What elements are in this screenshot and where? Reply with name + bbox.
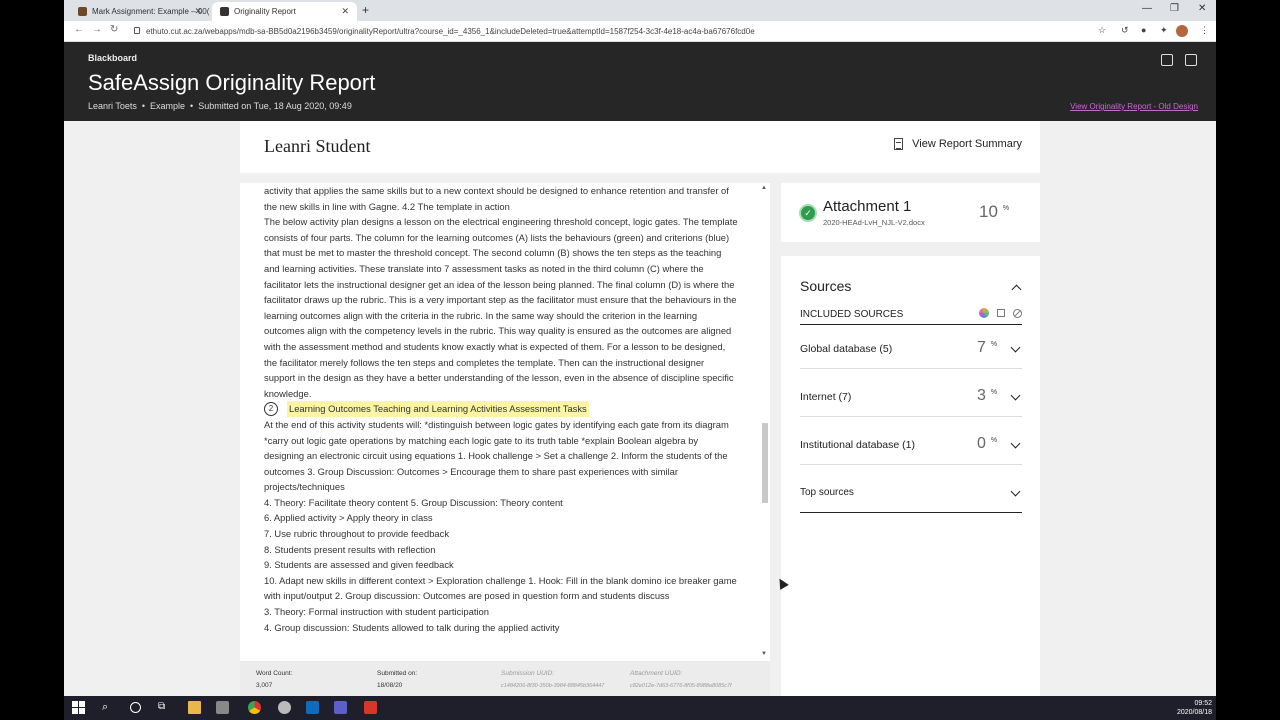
windows-start-icon[interactable] [72, 701, 85, 714]
old-design-link[interactable]: View Originality Report - Old Design [1070, 102, 1198, 111]
course-name: Example [150, 101, 186, 111]
chevron-down-icon[interactable] [1010, 342, 1021, 353]
puzzle-icon[interactable]: ✦ [1160, 25, 1168, 36]
checkmark-icon: ✓ [801, 206, 815, 220]
blackboard-favicon-icon [78, 7, 87, 16]
back-icon[interactable]: ← [74, 24, 84, 35]
included-sources-header: INCLUDED SOURCES [800, 308, 1022, 325]
chevron-down-icon[interactable] [1010, 438, 1021, 449]
document-scrollbar[interactable]: ▲ ▼ [760, 183, 770, 661]
close-tab-icon[interactable]: ✕ [194, 6, 202, 17]
outlook-icon[interactable] [306, 701, 319, 714]
student-name: Leanri Student [264, 136, 371, 156]
print-icon[interactable] [1161, 54, 1173, 66]
url-text: ethuto.cut.ac.za/webapps/mdb-sa-BB5d0a21… [146, 27, 755, 36]
reload-icon[interactable]: ↻ [110, 24, 118, 35]
history-icon[interactable]: ↺ [1121, 25, 1129, 36]
task-view-icon[interactable]: ⧉ [158, 701, 171, 714]
word-count: Word Count: 3,007 [256, 670, 293, 689]
blackboard-favicon-icon [220, 7, 229, 16]
document-footer: Word Count: 3,007 Submitted on: 18/08/20… [240, 661, 770, 696]
url-field[interactable]: ethuto.cut.ac.za/webapps/mdb-sa-BB5d0a21… [132, 24, 1112, 39]
system-clock[interactable]: 09:52 2020/08/18 [1177, 699, 1212, 717]
store-icon[interactable] [216, 701, 229, 714]
source-row-internet[interactable]: Internet (7) 3% [800, 387, 1022, 417]
file-explorer-icon[interactable] [188, 701, 201, 714]
document-paragraph-before: activity that applies the same skills bu… [264, 185, 738, 399]
exclude-icon[interactable] [1013, 308, 1022, 318]
scroll-down-icon[interactable]: ▼ [761, 651, 767, 657]
windows-taskbar: ⌕ ⧉ 09:52 2020/08/18 [64, 696, 1216, 720]
report-summary-icon [894, 138, 904, 150]
bookmark-star-icon[interactable]: ☆ [1098, 25, 1106, 36]
color-highlight-icon[interactable] [979, 308, 989, 318]
summary-label: View Report Summary [912, 138, 1022, 150]
chevron-down-icon[interactable] [1010, 390, 1021, 401]
search-icon[interactable]: ⌕ [102, 701, 115, 714]
student-card: Leanri Student View Report Summary [240, 121, 1040, 173]
extension-icon[interactable]: ● [1141, 25, 1146, 35]
teams-icon[interactable] [334, 701, 347, 714]
highlighted-match-text[interactable]: Learning Outcomes Teaching and Learning … [287, 401, 589, 417]
copy-icon[interactable] [997, 309, 1005, 317]
report-body: Leanri Student View Report Summary activ… [64, 121, 1216, 696]
tab-originality-report[interactable]: Originality Report ✕ [212, 2, 357, 21]
attachment-uuid: Attachment UUID: c82e012e-7d63-6776-8f05… [630, 670, 732, 689]
matched-passage[interactable]: 2 Learning Outcomes Teaching and Learnin… [264, 401, 738, 417]
download-icon[interactable] [1185, 54, 1197, 66]
submitted-on: Submitted on: 18/08/20 [377, 670, 418, 689]
tab-label: Mark Assignment: Example – 00( [92, 7, 210, 16]
submitted-date: Submitted on Tue, 18 Aug 2020, 09:49 [198, 101, 352, 111]
chevron-down-icon[interactable] [1010, 486, 1021, 497]
cortana-icon[interactable] [130, 702, 141, 713]
submission-meta: Leanri Toets • Example • Submitted on Tue, 1… [88, 101, 352, 111]
profile-avatar[interactable] [1176, 25, 1188, 37]
attachment-card[interactable]: ✓ Attachment 1 2020-HEAd-LvH_NJL-V2.docx… [781, 183, 1040, 242]
close-window-icon[interactable]: ✕ [1198, 3, 1206, 14]
document-viewer[interactable]: activity that applies the same skills bu… [240, 183, 770, 661]
document-paragraph-after: At the end of this activity students wil… [264, 418, 737, 633]
brand-label: Blackboard [88, 53, 138, 63]
chrome-icon[interactable] [248, 701, 261, 714]
document-text: activity that applies the same skills bu… [264, 183, 738, 635]
attachment-title: Attachment 1 [823, 198, 912, 215]
collapse-sources-icon[interactable] [1011, 284, 1022, 295]
menu-kebab-icon[interactable]: ⋮ [1200, 25, 1209, 36]
browser-tab-bar: Mark Assignment: Example – 00( ✕ Origina… [64, 0, 1216, 21]
close-tab-icon[interactable]: ✕ [341, 6, 349, 17]
lock-icon [134, 27, 140, 34]
restore-icon[interactable]: ❐ [1170, 3, 1179, 14]
scroll-up-icon[interactable]: ▲ [761, 185, 767, 191]
attachment-filename: 2020-HEAd-LvH_NJL-V2.docx [823, 218, 925, 227]
address-bar-row: ← → ↻ ethuto.cut.ac.za/webapps/mdb-sa-BB… [64, 21, 1216, 42]
source-row-top-sources[interactable]: Top sources [800, 483, 1022, 513]
submission-uuid: Submission UUID: c1484206-8f30-350b-3984… [501, 670, 605, 689]
source-row-global-database[interactable]: Global database (5) 7% [800, 339, 1022, 369]
screen: Mark Assignment: Example – 00( ✕ Origina… [0, 0, 1280, 720]
forward-icon[interactable]: → [92, 24, 102, 35]
snagit-icon[interactable] [364, 701, 377, 714]
attachment-percent: 10% [979, 202, 1010, 221]
tab-mark-assignment[interactable]: Mark Assignment: Example – 00( ✕ [70, 2, 210, 21]
minimize-icon[interactable]: — [1142, 3, 1152, 14]
match-number-badge[interactable]: 2 [264, 402, 278, 417]
view-report-summary-button[interactable]: View Report Summary [894, 138, 1022, 150]
author-name: Leanri Toets [88, 101, 137, 111]
source-row-institutional-database[interactable]: Institutional database (1) 0% [800, 435, 1022, 465]
report-header: Blackboard SafeAssign Originality Report… [64, 42, 1216, 121]
sources-title: Sources [800, 278, 852, 294]
page-title: SafeAssign Originality Report [88, 70, 376, 95]
app-icon[interactable] [278, 701, 291, 714]
tab-label: Originality Report [234, 7, 296, 16]
scrollbar-thumb[interactable] [762, 423, 768, 503]
new-tab-icon[interactable]: + [362, 3, 369, 17]
sources-panel: Sources INCLUDED SOURCES Global database… [781, 256, 1040, 696]
